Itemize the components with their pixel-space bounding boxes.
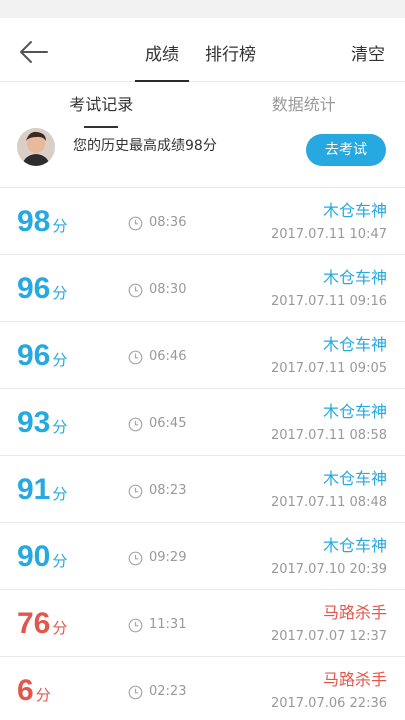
clock-icon bbox=[128, 350, 143, 365]
record-date: 2017.07.11 09:16 bbox=[270, 294, 387, 309]
record-row[interactable]: 91 分 08:23 木仓车神 2017.07.11 08:48 bbox=[0, 456, 405, 523]
record-score-value: 96 bbox=[17, 272, 51, 305]
record-score-unit: 分 bbox=[52, 619, 68, 637]
record-score-unit: 分 bbox=[52, 552, 68, 570]
record-score-value: 90 bbox=[17, 540, 51, 573]
record-score-value: 96 bbox=[17, 339, 51, 372]
record-duration-text: 09:29 bbox=[149, 550, 187, 565]
record-score: 91 分 bbox=[17, 472, 67, 512]
record-score: 98 分 bbox=[17, 204, 67, 244]
tab-ranking[interactable]: 排行榜 bbox=[194, 18, 267, 82]
avatar-image bbox=[17, 128, 55, 166]
record-score-value: 91 bbox=[17, 473, 51, 506]
record-score: 93 分 bbox=[17, 405, 67, 445]
record-score: 6分 bbox=[17, 673, 51, 713]
record-score-unit: 分 bbox=[52, 485, 68, 503]
record-row[interactable]: 76 分 11:31 马路杀手 2017.07.07 12:37 bbox=[0, 590, 405, 657]
record-grade: 木仓车神 bbox=[322, 335, 387, 354]
record-duration: 08:36 bbox=[128, 215, 186, 231]
record-date: 2017.07.11 08:48 bbox=[270, 495, 387, 510]
record-row[interactable]: 6分 02:23 马路杀手 2017.07.06 22:36 bbox=[0, 657, 405, 720]
clock-icon bbox=[128, 417, 143, 432]
record-date: 2017.07.11 08:58 bbox=[270, 428, 387, 443]
tab-scores[interactable]: 成绩 bbox=[134, 18, 190, 82]
record-score-unit: 分 bbox=[52, 418, 68, 436]
record-duration-text: 06:46 bbox=[149, 349, 187, 364]
record-date: 2017.07.07 12:37 bbox=[270, 629, 387, 644]
record-duration: 06:46 bbox=[128, 349, 186, 365]
tab-data-statistics[interactable]: 数据统计 bbox=[203, 82, 405, 128]
top-nav: 成绩 排行榜 清空 bbox=[0, 18, 405, 82]
record-duration: 09:29 bbox=[128, 550, 186, 566]
best-score-text: 您的历史最高成绩98分 bbox=[73, 138, 217, 154]
clock-icon bbox=[128, 216, 143, 231]
record-duration-text: 06:45 bbox=[149, 416, 187, 431]
record-date: 2017.07.06 22:36 bbox=[270, 696, 387, 711]
nav-tabs: 成绩 排行榜 bbox=[134, 18, 267, 82]
record-duration: 02:23 bbox=[128, 684, 186, 700]
record-score-unit: 分 bbox=[35, 686, 51, 704]
record-row[interactable]: 96 分 08:30 木仓车神 2017.07.11 09:16 bbox=[0, 255, 405, 322]
record-duration-text: 11:31 bbox=[149, 617, 187, 632]
record-duration-text: 08:30 bbox=[149, 282, 187, 297]
record-row[interactable]: 93 分 06:45 木仓车神 2017.07.11 08:58 bbox=[0, 389, 405, 456]
record-score-unit: 分 bbox=[52, 284, 68, 302]
record-grade: 木仓车神 bbox=[322, 536, 387, 555]
record-grade: 木仓车神 bbox=[322, 469, 387, 488]
clock-icon bbox=[128, 685, 143, 700]
record-score: 96 分 bbox=[17, 271, 67, 311]
record-score-value: 98 bbox=[17, 205, 51, 238]
record-grade: 木仓车神 bbox=[322, 402, 387, 421]
clear-button[interactable]: 清空 bbox=[351, 18, 385, 92]
clock-icon bbox=[128, 484, 143, 499]
clock-icon bbox=[128, 551, 143, 566]
record-score: 96 分 bbox=[17, 338, 67, 378]
record-row[interactable]: 90 分 09:29 木仓车神 2017.07.10 20:39 bbox=[0, 523, 405, 590]
record-score-unit: 分 bbox=[52, 217, 68, 235]
record-score: 76 分 bbox=[17, 606, 67, 646]
record-duration: 06:45 bbox=[128, 416, 186, 432]
record-date: 2017.07.10 20:39 bbox=[270, 562, 387, 577]
record-row[interactable]: 96 分 06:46 木仓车神 2017.07.11 09:05 bbox=[0, 322, 405, 389]
best-score-row: 您的历史最高成绩98分 去考试 bbox=[0, 128, 405, 188]
record-date: 2017.07.11 09:05 bbox=[270, 361, 387, 376]
back-arrow-icon bbox=[20, 41, 48, 63]
record-score-value: 76 bbox=[17, 607, 51, 640]
record-duration: 08:23 bbox=[128, 483, 186, 499]
back-button[interactable] bbox=[18, 40, 50, 64]
record-grade: 马路杀手 bbox=[322, 670, 387, 689]
record-grade: 马路杀手 bbox=[322, 603, 387, 622]
go-exam-button[interactable]: 去考试 bbox=[306, 134, 386, 166]
record-score-unit: 分 bbox=[52, 351, 68, 369]
record-row[interactable]: 98 分 08:36 木仓车神 2017.07.11 10:47 bbox=[0, 188, 405, 255]
record-grade: 木仓车神 bbox=[322, 201, 387, 220]
clock-icon bbox=[128, 283, 143, 298]
records-list: 98 分 08:36 木仓车神 2017.07.11 10:47 96 分 08… bbox=[0, 188, 405, 720]
record-duration: 11:31 bbox=[128, 617, 186, 633]
record-duration-text: 02:23 bbox=[149, 684, 187, 699]
tab-exam-records[interactable]: 考试记录 bbox=[0, 82, 203, 128]
record-score-value: 6 bbox=[17, 674, 34, 707]
record-duration: 08:30 bbox=[128, 282, 186, 298]
clock-icon bbox=[128, 618, 143, 633]
avatar[interactable] bbox=[17, 128, 55, 166]
record-score: 90 分 bbox=[17, 539, 67, 579]
subtabs: 考试记录 数据统计 bbox=[0, 82, 405, 128]
record-score-value: 93 bbox=[17, 406, 51, 439]
status-bar bbox=[0, 0, 405, 18]
record-duration-text: 08:36 bbox=[149, 215, 187, 230]
record-duration-text: 08:23 bbox=[149, 483, 187, 498]
record-grade: 木仓车神 bbox=[322, 268, 387, 287]
record-date: 2017.07.11 10:47 bbox=[270, 227, 387, 242]
